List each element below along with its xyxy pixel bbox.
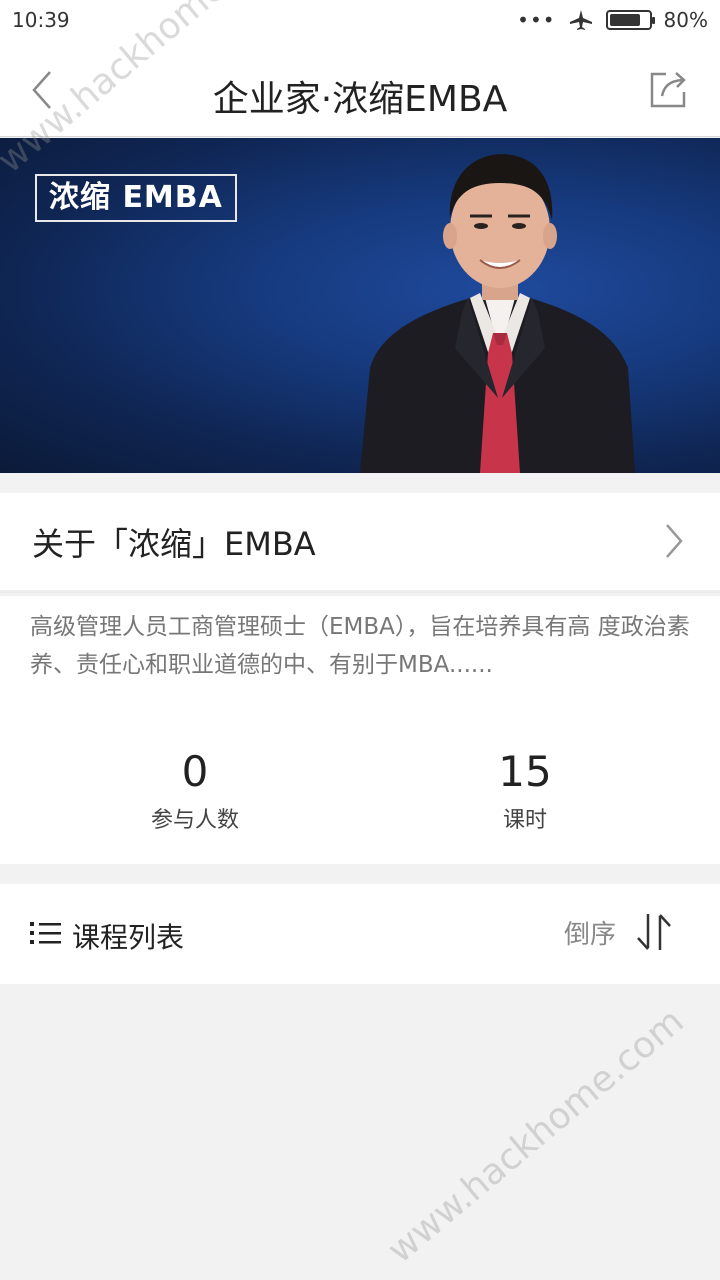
course-banner: 浓缩 EMBA [0,138,720,473]
page-title: 企业家·浓缩EMBA [212,79,508,120]
airplane-icon [569,10,592,30]
instructor-portrait [360,154,635,473]
participants-count: 0 [181,747,209,796]
participants-stat: 0 参与人数 [75,746,315,834]
chevron-left-icon [32,71,51,109]
status-bar: 10:39 ••• 80% [0,0,720,40]
status-icons: ••• 80% [517,8,708,32]
list-icon [30,922,61,944]
signal-dots-icon: ••• [517,8,556,32]
watermark-bottom: www.hackhome.com [380,1000,692,1272]
chevron-right-icon [666,524,683,558]
battery-icon [605,10,655,30]
back-button[interactable] [22,68,62,112]
course-description: 高级管理人员工商管理硕士（EMBA），旨在培养具有高 度政治素养、责任心和职业道… [30,614,690,678]
sort-icon [637,914,671,950]
battery-percent: 80% [663,8,708,32]
banner-tag: 浓缩 EMBA [35,174,237,222]
app-header: 企业家·浓缩EMBA [0,40,720,137]
about-title: 关于「浓缩」EMBA [32,524,316,563]
about-row[interactable]: 关于「浓缩」EMBA [0,493,720,593]
participants-label: 参与人数 [150,808,239,833]
status-time: 10:39 [12,8,70,32]
lessons-count: 15 [498,747,552,796]
sort-toggle[interactable]: 倒序 [564,912,672,952]
course-list-title: 课程列表 [72,921,185,954]
lessons-label: 课时 [502,808,547,833]
share-icon [650,72,686,108]
lessons-stat: 15 课时 [405,746,645,834]
sort-label: 倒序 [563,919,616,950]
course-list-header: 课程列表 倒序 [0,884,720,984]
share-button[interactable] [646,68,690,112]
description-block: 高级管理人员工商管理硕士（EMBA），旨在培养具有高 度政治素养、责任心和职业道… [0,596,720,864]
